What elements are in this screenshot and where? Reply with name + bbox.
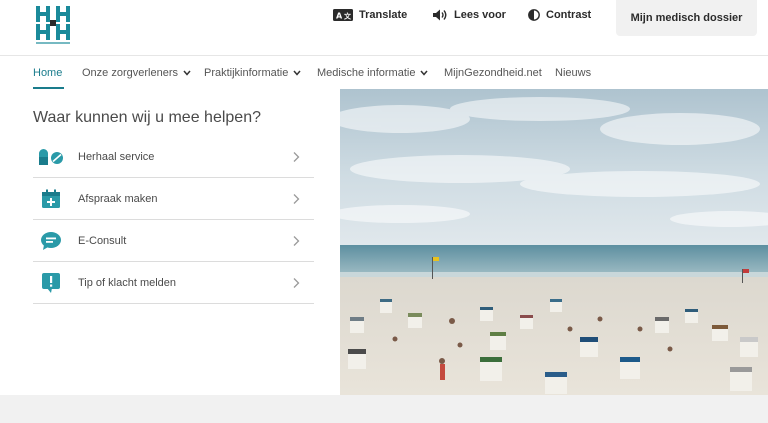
nav-item-home[interactable]: Home [33, 57, 62, 88]
svg-text:A: A [336, 12, 343, 21]
lees-voor-button[interactable]: Lees voor [433, 7, 506, 23]
menu-item-herhaal-service[interactable]: Herhaal service [33, 136, 314, 178]
contrast-button[interactable]: Contrast [528, 7, 591, 23]
menu-item-label: E-Consult [78, 234, 127, 247]
nav-item-medische-informatie[interactable]: Medische informatie [317, 57, 429, 88]
nav-item-zorgverleners[interactable]: Onze zorgverleners [82, 57, 191, 88]
nav-label: Medische informatie [317, 66, 416, 79]
svg-text:文: 文 [344, 12, 352, 21]
menu-item-tip-of-klacht[interactable]: Tip of klacht melden [33, 262, 314, 304]
menu-item-label: Afspraak maken [78, 192, 158, 205]
site-header: A文 Translate Lees voor Contrast Mijn med… [0, 0, 768, 56]
calendar-plus-icon [38, 188, 64, 210]
medical-dossier-button[interactable]: Mijn medisch dossier [616, 0, 757, 36]
contrast-label: Contrast [546, 9, 592, 21]
translate-label: Translate [359, 9, 408, 21]
nav-label: MijnGezondheid.net [444, 66, 542, 79]
menu-item-e-consult[interactable]: E-Consult [33, 220, 314, 262]
menu-item-label: Herhaal service [78, 150, 155, 163]
pills-icon [38, 146, 64, 168]
nav-item-mijngezondheid[interactable]: MijnGezondheid.net [444, 57, 542, 88]
nav-label: Praktijkinformatie [204, 66, 289, 79]
exclamation-bubble-icon [38, 272, 64, 294]
chevron-right-icon [293, 235, 300, 246]
active-nav-indicator [33, 87, 64, 89]
main-nav: Home Onze zorgverleners Praktijkinformat… [0, 57, 768, 89]
nav-label: Nieuws [555, 66, 592, 79]
chevron-down-icon [183, 70, 191, 76]
footer-band [0, 395, 768, 423]
chat-bubble-icon [38, 230, 64, 252]
contrast-icon [528, 9, 540, 21]
menu-item-afspraak-maken[interactable]: Afspraak maken [33, 178, 314, 220]
chevron-right-icon [293, 193, 300, 204]
chevron-down-icon [420, 70, 429, 76]
lees-voor-label: Lees voor [454, 9, 506, 21]
help-menu: Herhaal service Afspraak maken E-Consult… [33, 136, 314, 304]
translate-button[interactable]: A文 Translate [333, 7, 407, 23]
nav-item-praktijkinformatie[interactable]: Praktijkinformatie [204, 57, 301, 88]
chevron-right-icon [293, 151, 300, 162]
nav-item-nieuws[interactable]: Nieuws [555, 57, 591, 88]
translate-icon: A文 [333, 9, 353, 21]
nav-label: Home [33, 66, 63, 79]
practice-logo[interactable] [34, 4, 74, 46]
chevron-down-icon [293, 70, 301, 76]
menu-item-label: Tip of klacht melden [78, 276, 177, 289]
nav-label: Onze zorgverleners [82, 66, 178, 79]
hero-beach-image [340, 89, 768, 395]
chevron-right-icon [293, 277, 300, 288]
speaker-icon [433, 9, 448, 21]
help-title: Waar kunnen wij u mee helpen? [33, 109, 261, 126]
